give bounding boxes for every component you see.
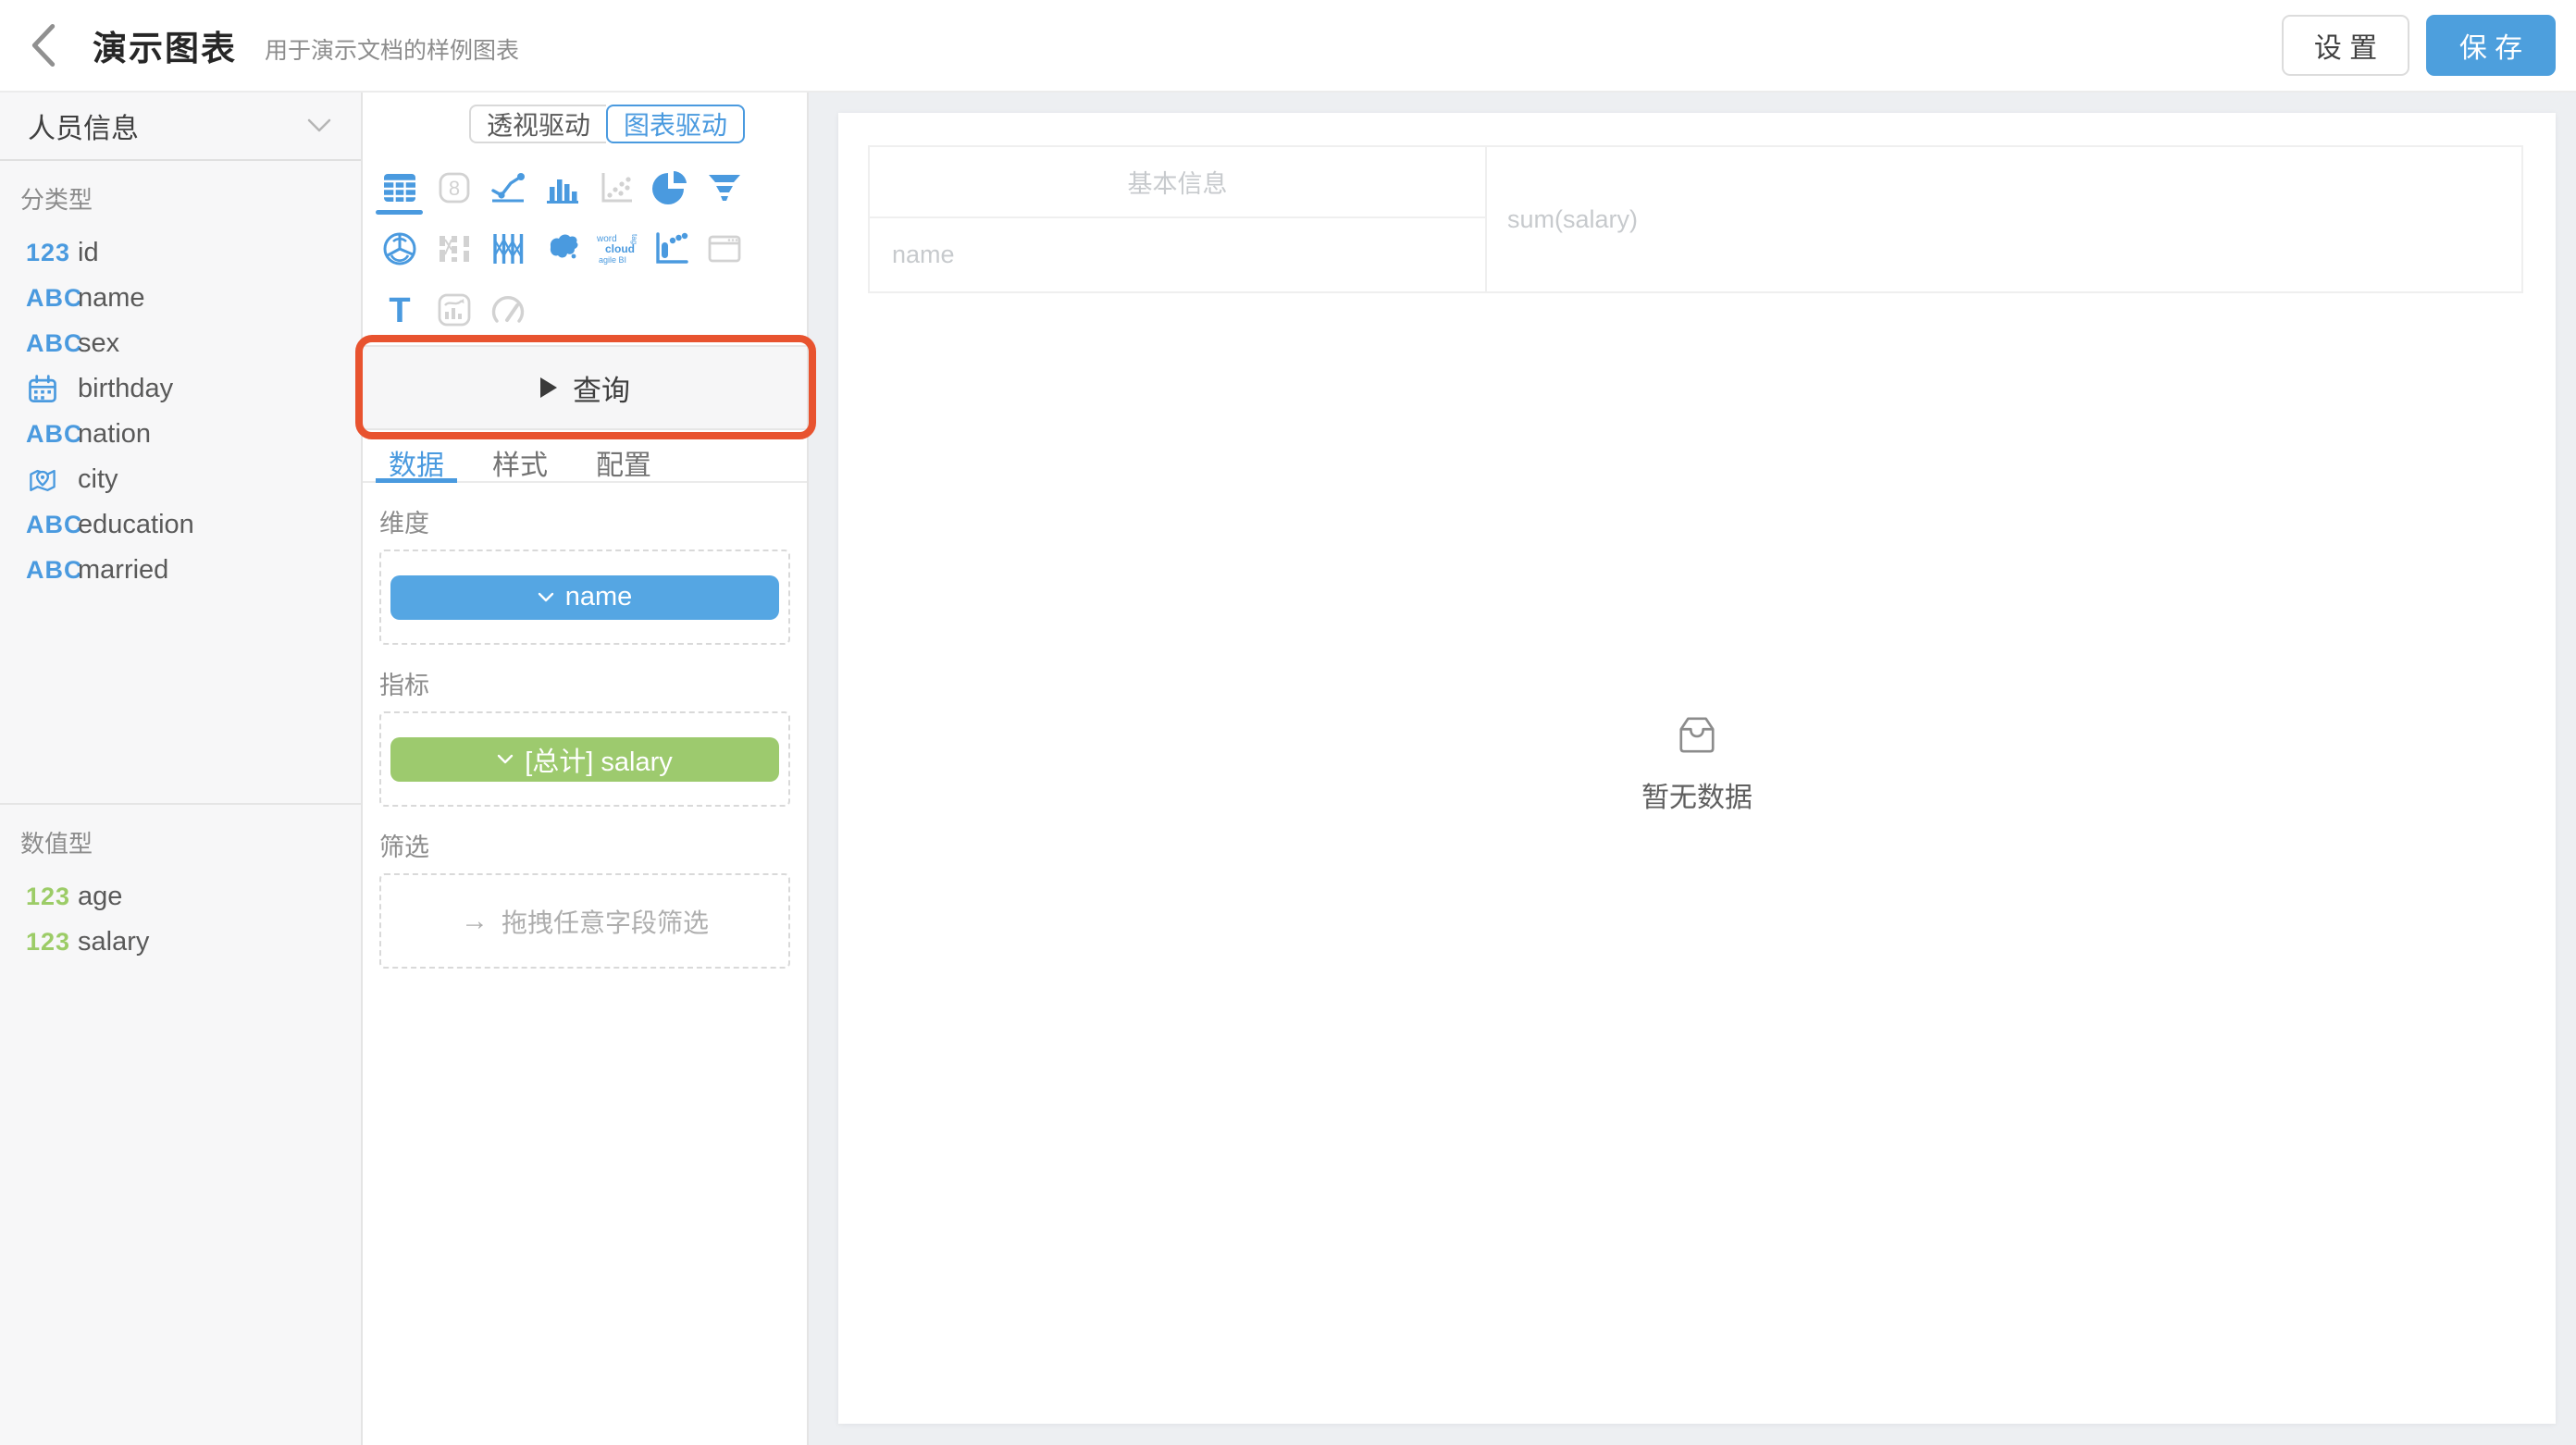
chevron-down-icon: [538, 592, 554, 602]
svg-text:cloud: cloud: [605, 242, 635, 255]
empty-state: 暂无数据: [838, 714, 2556, 815]
table-group-header-cell: 基本信息: [870, 147, 1487, 218]
mode-toggle: 透视驱动 图表驱动: [469, 105, 745, 143]
table-chart-icon[interactable]: [373, 157, 427, 218]
number-card-chart-icon: 8: [427, 157, 482, 218]
dimension-pill-name[interactable]: name: [390, 575, 779, 620]
play-icon: [539, 377, 558, 399]
number-type-icon: 123: [26, 928, 78, 957]
svg-text:8: 8: [449, 177, 460, 200]
back-button[interactable]: [28, 18, 70, 73]
field-education[interactable]: ABC education: [0, 502, 361, 548]
chevron-down-icon: [497, 754, 514, 764]
tab-style[interactable]: 样式: [485, 442, 555, 481]
table-dimension-header-cell: name: [870, 218, 1487, 291]
string-type-icon: ABC: [26, 511, 78, 539]
pie-chart-icon[interactable]: [644, 157, 699, 218]
calendar-icon: [26, 373, 78, 406]
string-type-icon: ABC: [26, 556, 78, 585]
line-chart-icon[interactable]: [481, 157, 536, 218]
back-chevron-icon: [28, 21, 59, 69]
filter-drop-zone[interactable]: → 拖拽任意字段筛选: [379, 873, 790, 969]
fields-sidebar: 人员信息 分类型 123 id ABC name ABC sex: [0, 93, 363, 1445]
field-name[interactable]: ABC name: [0, 276, 361, 321]
parallel-chart-icon[interactable]: [481, 218, 536, 279]
dataset-name: 人员信息: [28, 105, 139, 146]
table-metric-header-cell: sum(salary): [1487, 147, 2521, 291]
query-button[interactable]: 查询: [363, 345, 807, 430]
field-id[interactable]: 123 id: [0, 230, 361, 276]
preview-table: 基本信息 sum(salary) name: [868, 145, 2523, 293]
radar-chart-icon[interactable]: [373, 218, 427, 279]
china-map-chart-icon[interactable]: [536, 218, 590, 279]
empty-state-text: 暂无数据: [838, 774, 2556, 815]
mix-chart-icon: [427, 279, 482, 340]
chart-config-panel: 透视驱动 图表驱动 8: [363, 93, 809, 1445]
metric-pill-salary[interactable]: [总计] salary: [390, 737, 779, 782]
string-type-icon: ABC: [26, 329, 78, 358]
save-button[interactable]: 保 存: [2426, 15, 2556, 76]
mode-chart-driven[interactable]: 图表驱动: [606, 105, 745, 143]
tab-data[interactable]: 数据: [381, 442, 452, 481]
chart-editor-app: 演示图表 用于演示文档的样例图表 设 置 保 存 人员信息 分类型 123 id: [0, 0, 2576, 1445]
section-label-numeric: 数值型: [0, 825, 361, 859]
metric-drop-zone[interactable]: [总计] salary: [379, 711, 790, 807]
field-sex[interactable]: ABC sex: [0, 321, 361, 366]
page-title: 演示图表: [93, 20, 237, 70]
funnel-chart-icon[interactable]: [698, 157, 752, 218]
map-pin-icon: [26, 463, 78, 497]
svg-text:T: T: [390, 291, 411, 328]
number-type-icon: 123: [26, 239, 78, 267]
iframe-chart-icon: [698, 218, 752, 279]
dimension-label: 维度: [379, 503, 790, 539]
field-nation[interactable]: ABC nation: [0, 412, 361, 457]
section-label-categorical: 分类型: [0, 181, 361, 216]
svg-text:agile BI: agile BI: [599, 255, 626, 265]
data-config-sections: 维度 name 指标 [总计] salary 筛选: [363, 483, 807, 969]
number-type-icon: 123: [26, 883, 78, 911]
filter-drop-hint: → 拖拽任意字段筛选: [461, 903, 709, 940]
dimension-drop-zone[interactable]: name: [379, 550, 790, 645]
metric-label: 指标: [379, 665, 790, 701]
sankey-chart-icon: [427, 218, 482, 279]
categorical-fields-section: 分类型 123 id ABC name ABC sex bir: [0, 161, 361, 803]
field-age[interactable]: 123 age: [0, 874, 361, 920]
chevron-down-icon: [307, 110, 331, 142]
filter-label: 筛选: [379, 827, 790, 863]
mode-pivot-driven[interactable]: 透视驱动: [469, 105, 606, 143]
progress-chart-icon[interactable]: [644, 218, 699, 279]
bar-chart-icon[interactable]: [536, 157, 590, 218]
scatter-chart-icon: [589, 157, 644, 218]
empty-box-icon: [1676, 714, 1718, 755]
page-subtitle: 用于演示文档的样例图表: [265, 32, 519, 66]
gauge-chart-icon: [481, 279, 536, 340]
config-tabs: 数据 样式 配置: [363, 442, 807, 483]
string-type-icon: ABC: [26, 284, 78, 313]
text-chart-icon[interactable]: T: [373, 279, 427, 340]
numeric-fields-section: 数值型 123 age 123 salary: [0, 803, 361, 965]
arrow-right-icon: →: [461, 906, 489, 937]
chart-preview-card: 基本信息 sum(salary) name 暂无数据: [838, 113, 2556, 1424]
field-city[interactable]: city: [0, 457, 361, 502]
preview-area: 基本信息 sum(salary) name 暂无数据: [809, 93, 2576, 1445]
word-cloud-chart-icon[interactable]: word tag cloud agile BI: [589, 218, 644, 279]
field-birthday[interactable]: birthday: [0, 366, 361, 412]
tab-config[interactable]: 配置: [588, 442, 659, 481]
string-type-icon: ABC: [26, 420, 78, 449]
settings-button[interactable]: 设 置: [2282, 15, 2409, 76]
dataset-selector[interactable]: 人员信息: [0, 93, 361, 161]
top-header: 演示图表 用于演示文档的样例图表 设 置 保 存: [0, 0, 2576, 93]
chart-type-grid: 8: [373, 157, 754, 340]
field-married[interactable]: ABC married: [0, 548, 361, 593]
field-salary[interactable]: 123 salary: [0, 920, 361, 965]
